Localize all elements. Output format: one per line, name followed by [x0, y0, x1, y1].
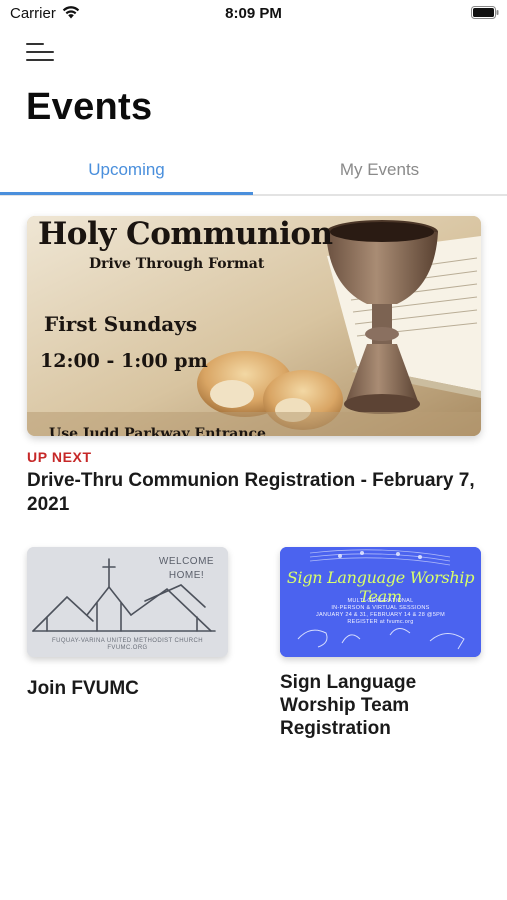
battery-icon — [471, 6, 499, 19]
welcome-text: WELCOME HOME! — [158, 556, 215, 581]
status-bar: Carrier 8:09 PM — [0, 0, 507, 28]
featured-event-title[interactable]: Drive-Thru Communion Registration - Febr… — [27, 469, 487, 517]
up-next-badge: UP NEXT — [27, 449, 92, 465]
image-note: Use Judd Parkway Entrance — [49, 426, 266, 436]
sign-image-details: MULTI-GENERATIONAL IN-PERSON & VIRTUAL S… — [315, 598, 446, 625]
church-name-text: FUQUAY-VARINA UNITED METHODIST CHURCH FV… — [52, 638, 203, 651]
sign-language-event-image[interactable]: Sign Language Worship Team MULTI-GENERAT… — [280, 547, 481, 657]
tab-bar: Upcoming My Events — [0, 150, 507, 196]
join-event-title[interactable]: Join FVUMC — [27, 677, 237, 700]
image-subtitle: Drive Through Format — [89, 256, 265, 272]
featured-event-image[interactable]: Holy Communion Drive Through Format Firs… — [27, 216, 481, 436]
image-when: First Sundays — [44, 312, 198, 336]
tab-my-events[interactable]: My Events — [253, 150, 506, 196]
page-title: Events — [26, 86, 153, 128]
image-title: Holy Communion — [38, 216, 333, 252]
menu-icon[interactable] — [26, 42, 56, 64]
tab-upcoming[interactable]: Upcoming — [0, 150, 253, 196]
tab-indicator — [0, 192, 253, 195]
sign-language-event-title[interactable]: Sign Language Worship Team Registration — [280, 671, 490, 740]
image-hours: 12:00 - 1:00 pm — [40, 350, 208, 372]
clock: 8:09 PM — [225, 5, 282, 22]
join-event-image[interactable]: WELCOME HOME! FUQUAY-VARINA UNITED METHO… — [27, 547, 228, 657]
